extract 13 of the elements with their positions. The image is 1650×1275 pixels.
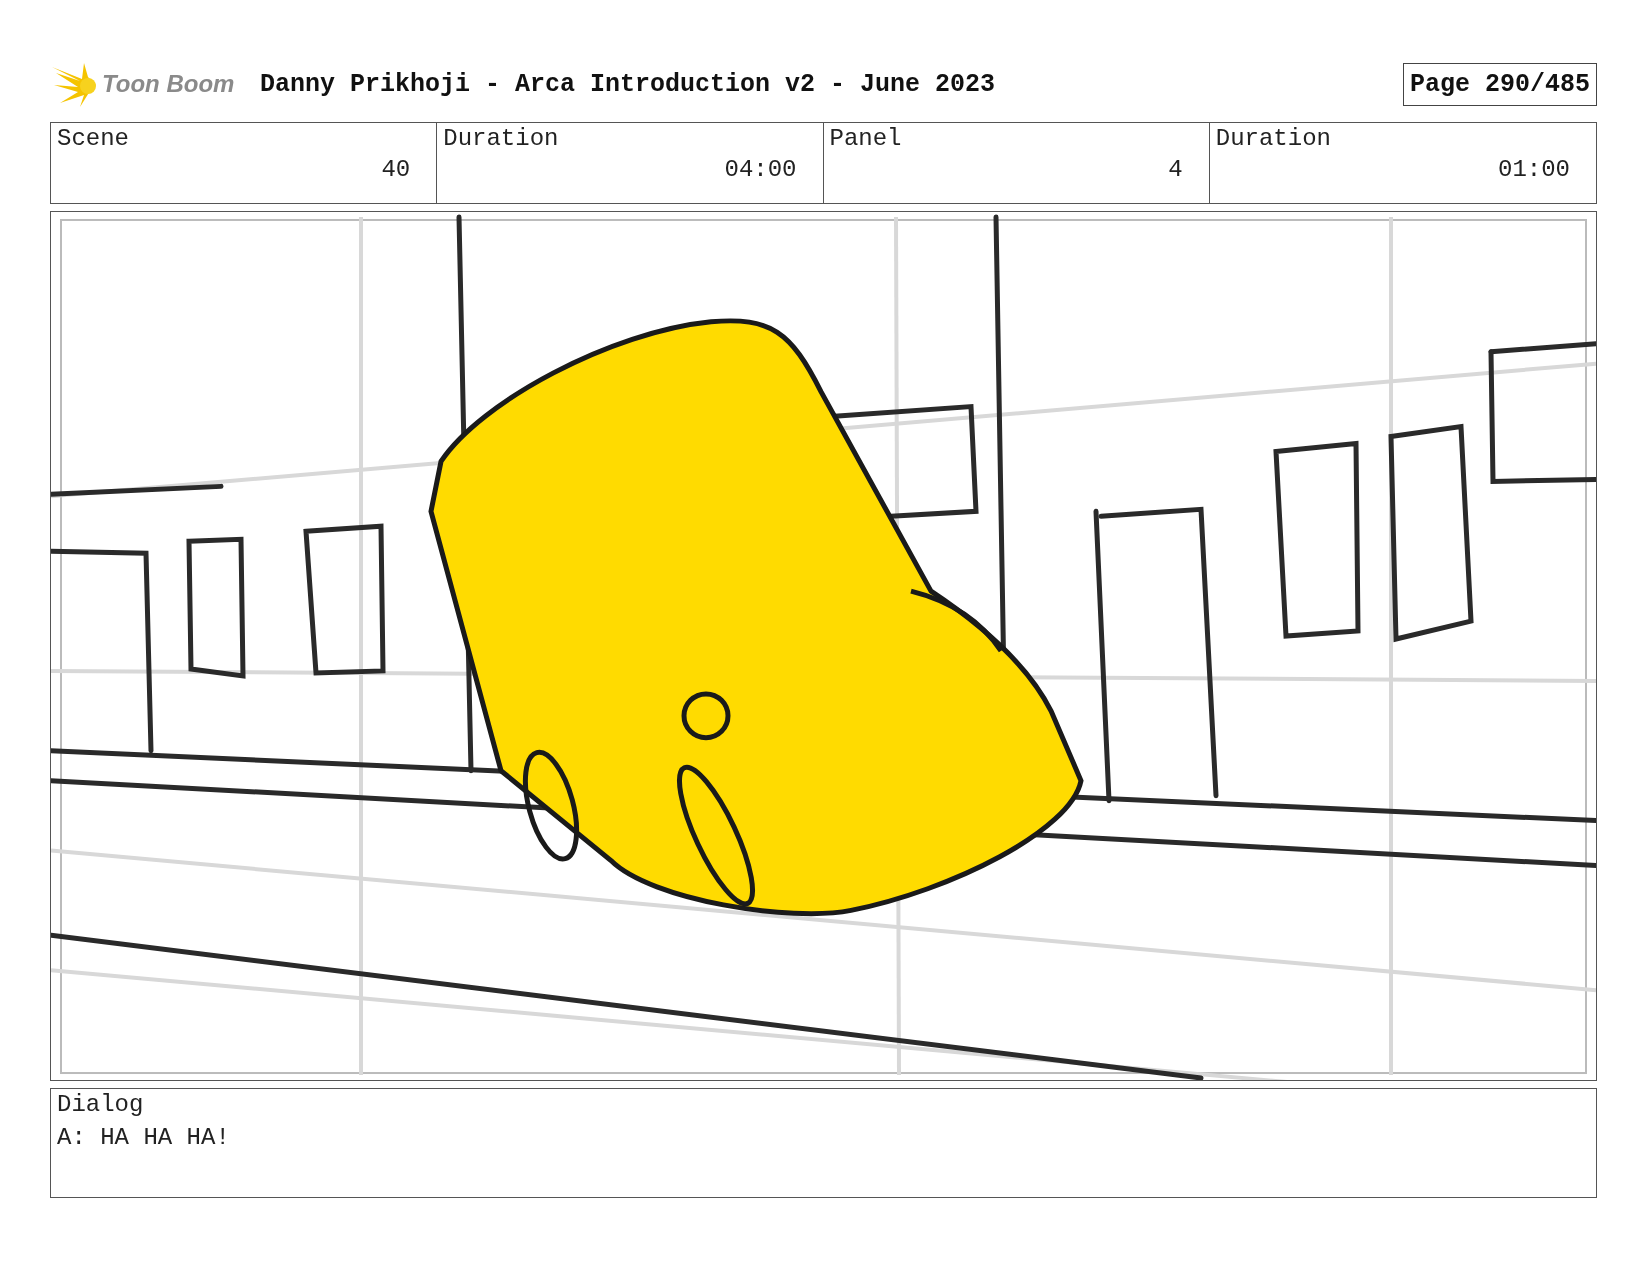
field-label: Duration	[1215, 125, 1331, 152]
field-value: 01:00	[1498, 156, 1570, 183]
field-value: 40	[381, 156, 411, 183]
field-value: 04:00	[724, 156, 797, 183]
field-label: Panel	[829, 125, 902, 152]
dialog-text: A: HA HA HA!	[57, 1124, 231, 1151]
page-number: Page 290/485	[1402, 62, 1597, 106]
field-label: Scene	[57, 125, 129, 152]
field-label: Duration	[443, 125, 559, 152]
dialog-label: Dialog	[57, 1091, 144, 1118]
document-title: Danny Prikhoji - Arca Introduction v2 - June 2023	[260, 69, 997, 99]
logo-text: Toon Boom	[102, 70, 235, 98]
field-value: 4	[1168, 156, 1183, 183]
